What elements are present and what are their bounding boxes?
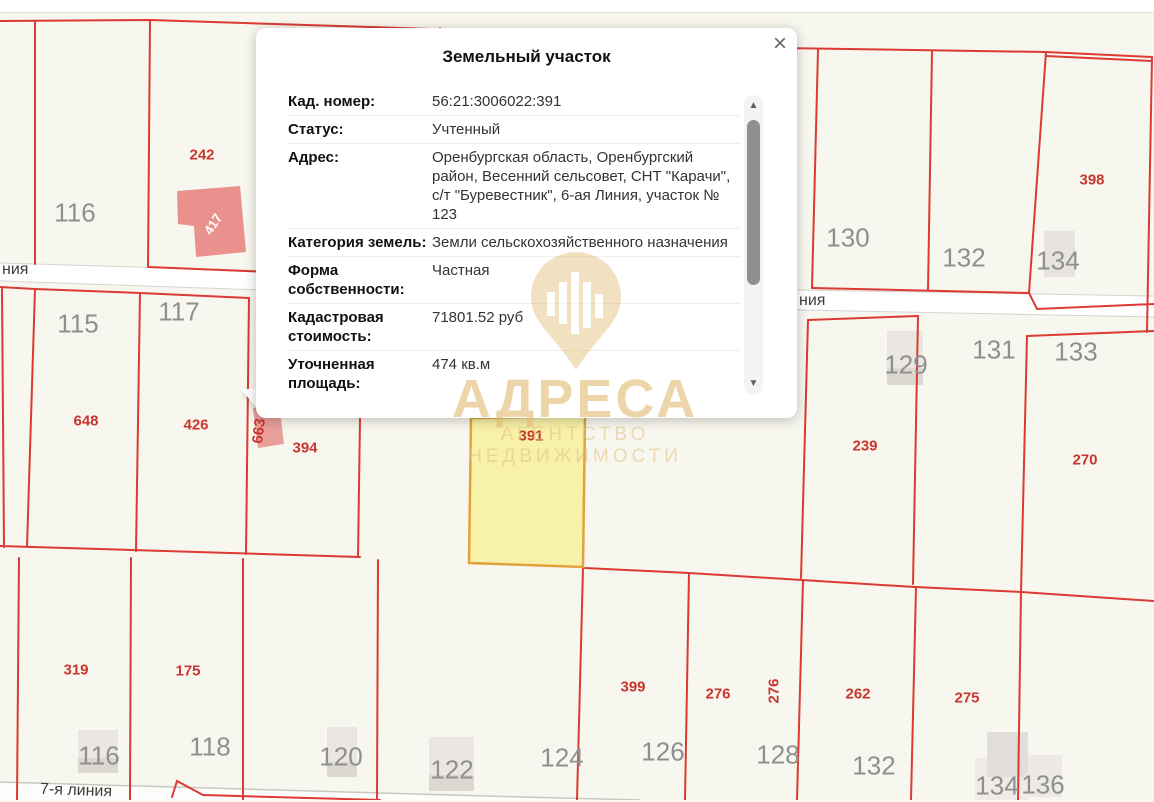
parcel-number-label[interactable]: 399 — [620, 679, 645, 696]
popup-title: Земельный участок — [256, 47, 797, 67]
field-value: 474 кв.м — [432, 355, 740, 393]
popup-fields: Кад. номер:56:21:3006022:391Статус:Учтен… — [288, 88, 740, 397]
parcel-number-label[interactable]: 276 — [766, 678, 783, 703]
parcel-number-label[interactable]: 117 — [158, 297, 199, 328]
parcel-number-label[interactable]: 394 — [292, 440, 317, 457]
scrollbar-thumb[interactable] — [747, 120, 760, 285]
parcel-number-label[interactable]: 175 — [175, 663, 200, 680]
parcel-number-label[interactable]: 391 — [518, 428, 543, 445]
scroll-up-icon[interactable]: ▲ — [744, 99, 763, 113]
field-label: Адрес: — [288, 148, 432, 224]
popup-field-row: Статус:Учтенный — [288, 116, 740, 144]
parcel-number-label[interactable]: 115 — [57, 309, 98, 340]
parcel-number-label[interactable]: 426 — [183, 417, 208, 434]
field-value: 56:21:3006022:391 — [432, 92, 740, 111]
field-value: Оренбургская область, Оренбургский район… — [432, 148, 740, 224]
parcel-number-label[interactable]: 262 — [845, 686, 870, 703]
parcel-number-label[interactable]: 136 — [1021, 770, 1064, 801]
parcel-number-label[interactable]: 276 — [705, 686, 730, 703]
parcel-number-label[interactable]: 134 — [975, 771, 1018, 802]
popup-field-row: Категория земель:Земли сельскохозяйствен… — [288, 229, 740, 257]
field-label: Категория земель: — [288, 233, 432, 252]
parcel-number-label[interactable]: 132 — [942, 243, 985, 274]
field-label: Кадастровая стоимость: — [288, 308, 432, 346]
street-name-label: 7-я линия — [40, 781, 113, 802]
parcel-number-label[interactable]: 129 — [884, 350, 927, 381]
parcel-number-label[interactable]: 134 — [1036, 246, 1079, 277]
street-name-label: ния — [799, 292, 825, 310]
parcel-number-label[interactable]: 132 — [852, 751, 895, 782]
close-icon[interactable]: × — [773, 32, 787, 56]
parcel-number-label[interactable]: 242 — [189, 147, 214, 164]
parcel-number-label[interactable]: 116 — [54, 198, 95, 229]
parcel-number-label[interactable]: 126 — [641, 737, 684, 768]
popup-field-row: Адрес:Оренбургская область, Оренбургский… — [288, 144, 740, 229]
parcel-number-label[interactable]: 131 — [972, 335, 1015, 366]
parcel-number-label[interactable]: 648 — [73, 413, 98, 430]
field-label: Форма собственности: — [288, 261, 432, 299]
parcel-number-label[interactable]: 118 — [189, 732, 230, 763]
field-label: Уточненная площадь: — [288, 355, 432, 393]
field-value: Земли сельскохозяйственного назначения — [432, 233, 740, 252]
field-value: Частная — [432, 261, 740, 299]
parcel-number-label[interactable]: 116 — [78, 741, 119, 772]
popup-scrollbar[interactable]: ▲ ▼ — [744, 95, 763, 395]
scroll-down-icon[interactable]: ▼ — [744, 377, 763, 391]
popup-field-row: Кад. номер:56:21:3006022:391 — [288, 88, 740, 116]
parcel-number-label[interactable]: 417 — [201, 211, 225, 237]
parcel-number-label[interactable]: 398 — [1079, 172, 1104, 189]
parcel-number-label[interactable]: 275 — [954, 690, 979, 707]
parcel-number-label[interactable]: 270 — [1072, 452, 1097, 469]
parcel-info-popup: × Земельный участок Кад. номер:56:21:300… — [256, 28, 797, 418]
popup-field-row: Форма собственности:Частная — [288, 257, 740, 304]
parcel-number-label[interactable]: 124 — [540, 743, 583, 774]
street-name-label: ния — [2, 261, 28, 279]
parcel-number-label[interactable]: 122 — [430, 755, 473, 786]
parcel-number-label[interactable]: 128 — [756, 740, 799, 771]
field-label: Статус: — [288, 120, 432, 139]
field-value: 71801.52 руб — [432, 308, 740, 346]
popup-field-row: Уточненная площадь:474 кв.м — [288, 351, 740, 397]
field-value: Учтенный — [432, 120, 740, 139]
field-label: Кад. номер: — [288, 92, 432, 111]
parcel-number-label[interactable]: 663 — [249, 418, 269, 445]
parcel-number-label[interactable]: 130 — [826, 223, 869, 254]
popup-field-row: Кадастровая стоимость:71801.52 руб — [288, 304, 740, 351]
parcel-number-label[interactable]: 239 — [852, 438, 877, 455]
parcel-number-label[interactable]: 133 — [1054, 337, 1097, 368]
parcel-number-label[interactable]: 319 — [63, 662, 88, 679]
parcel-number-label[interactable]: 120 — [319, 742, 362, 773]
